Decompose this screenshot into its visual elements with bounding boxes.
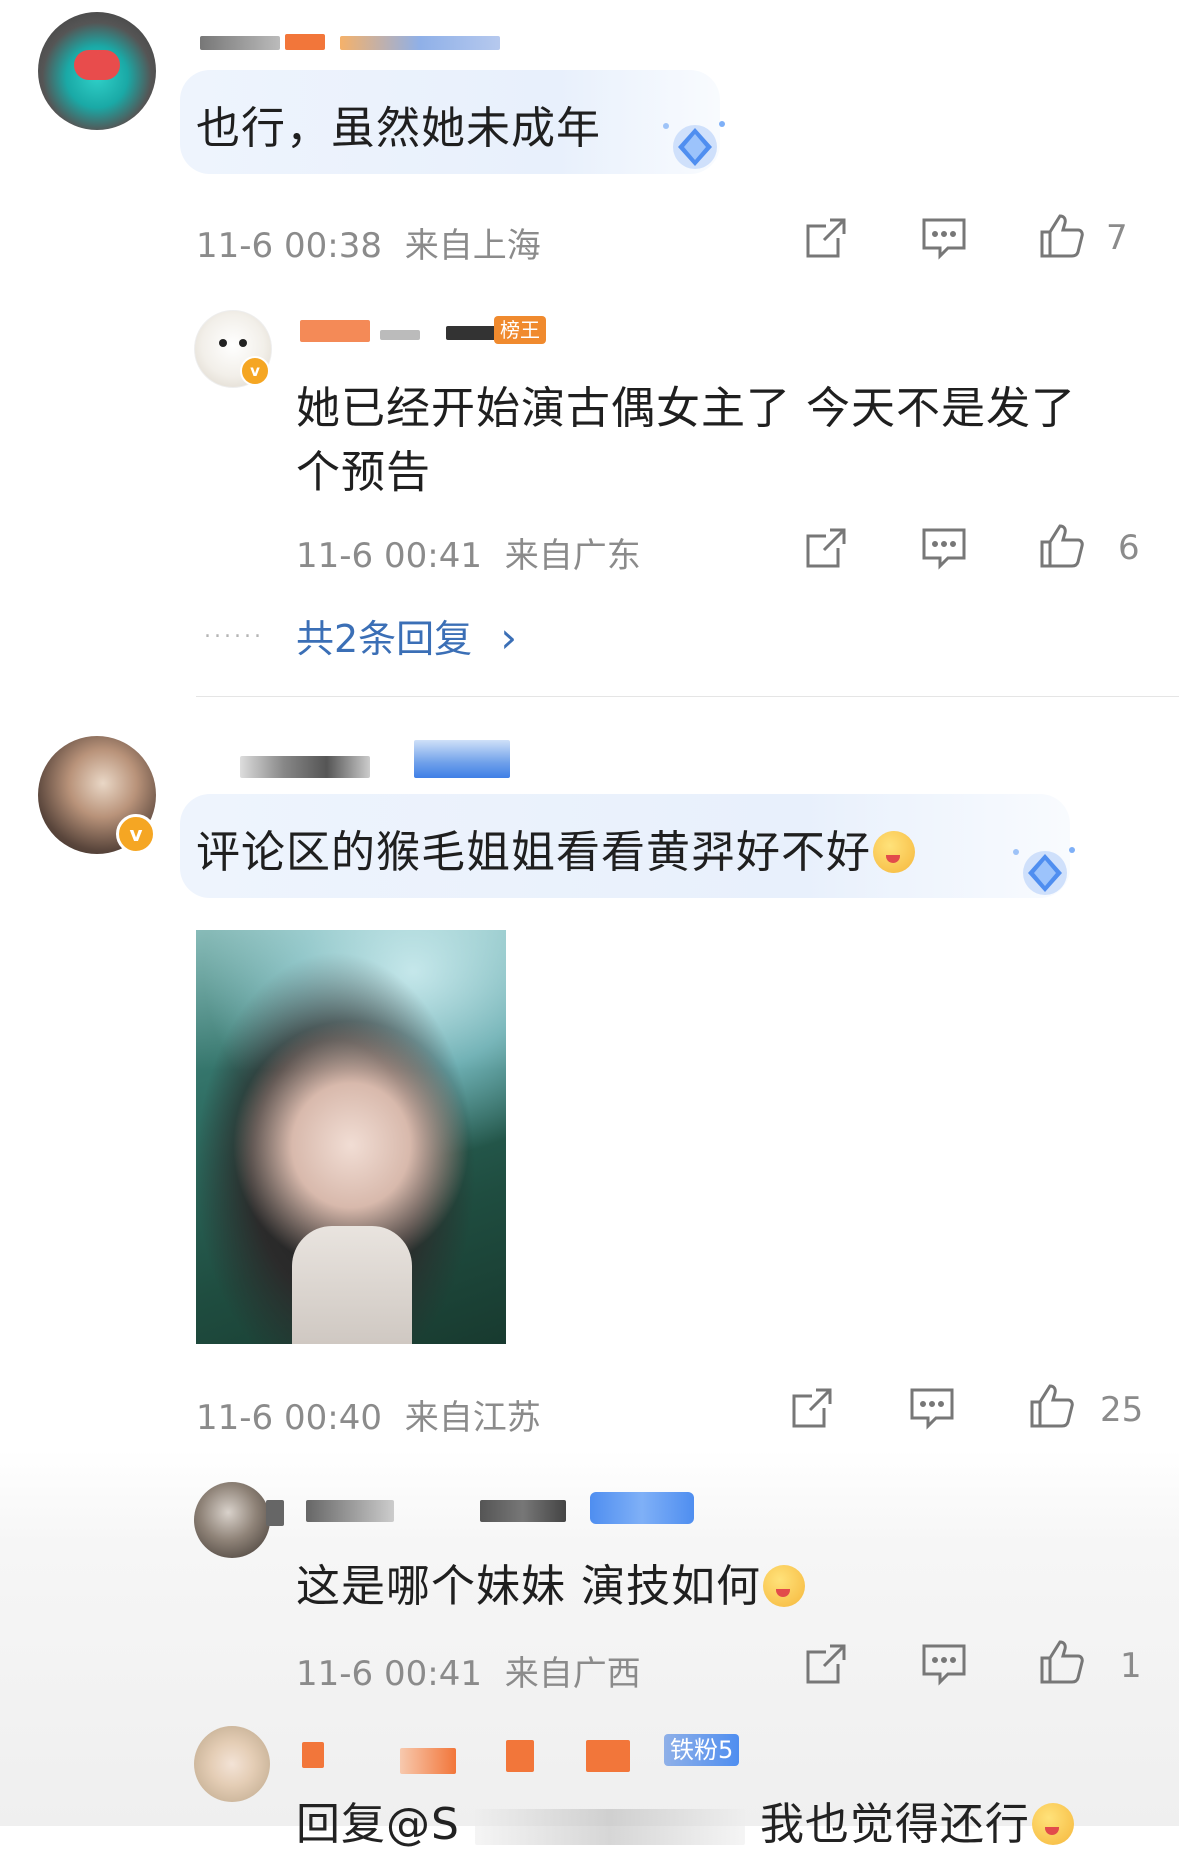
- share-icon[interactable]: [800, 1638, 852, 1690]
- username-blurred[interactable]: [302, 1742, 324, 1768]
- username-blurred[interactable]: [240, 756, 370, 778]
- reply-prefix: 回复@S: [296, 1799, 460, 1850]
- share-icon[interactable]: [800, 212, 852, 264]
- comment-meta: 11-6 00:41 来自广西: [296, 1646, 641, 1695]
- diamond-icon: [1013, 847, 1075, 895]
- comment-icon[interactable]: [906, 1382, 958, 1434]
- comment-meta: 11-6 00:40 来自江苏: [196, 1390, 541, 1439]
- view-replies-link[interactable]: 共2条回复 ›: [296, 608, 517, 663]
- comment-meta: 11-6 00:41 来自广东: [296, 528, 641, 577]
- comment-text-line1: 她已经开始演古偶女主了 今天不是发了: [296, 383, 1076, 434]
- comment-icon[interactable]: [918, 522, 970, 574]
- badge-blurred: [590, 1492, 694, 1524]
- comment-location: 来自上海: [404, 226, 541, 266]
- comment-text-body: 评论区的猴毛姐姐看看黄羿好不好: [196, 827, 871, 878]
- fan-badge: 铁粉5: [664, 1734, 740, 1766]
- comment-text-body: 这是哪个妹妹 演技如何: [296, 1561, 761, 1612]
- divider: [196, 696, 1179, 697]
- comment-time: 11-6 00:38: [196, 226, 382, 266]
- emoji-icon: [873, 831, 915, 873]
- like-icon[interactable]: [1036, 210, 1088, 262]
- verified-badge-icon: v: [240, 356, 270, 386]
- fan-badge: 榜王: [494, 316, 546, 344]
- username-blurred: [400, 1748, 456, 1774]
- like-count: 1: [1120, 1646, 1142, 1686]
- comment-text: 回复@S 我也觉得还行: [296, 1788, 1074, 1852]
- username-blurred[interactable]: [300, 320, 370, 342]
- emoji-icon: [763, 1565, 805, 1607]
- comment-location: 来自广西: [504, 1654, 641, 1694]
- badge-blurred: [414, 740, 510, 778]
- username-blurred[interactable]: [266, 1500, 284, 1526]
- avatar[interactable]: [194, 1726, 270, 1802]
- mention-blurred: [474, 1809, 745, 1845]
- comment-time: 11-6 00:41: [296, 536, 482, 576]
- comment-time: 11-6 00:40: [196, 1398, 382, 1438]
- username-blurred: [480, 1500, 566, 1522]
- comment-meta: 11-6 00:38 来自上海: [196, 218, 541, 267]
- comment-text: 这是哪个妹妹 演技如何: [296, 1550, 805, 1614]
- username-blurred: [285, 34, 325, 50]
- like-icon[interactable]: [1026, 1380, 1078, 1432]
- comment-icon[interactable]: [918, 212, 970, 264]
- username-blurred: [306, 1500, 394, 1522]
- diamond-icon: [663, 121, 725, 169]
- avatar[interactable]: [194, 1482, 270, 1558]
- view-replies-label: 共2条回复: [296, 617, 473, 661]
- like-icon[interactable]: [1036, 1636, 1088, 1688]
- chevron-right-icon: ›: [500, 613, 518, 662]
- username-blurred[interactable]: [200, 36, 280, 50]
- avatar[interactable]: [38, 12, 156, 130]
- replies-dots: ......: [204, 618, 264, 643]
- like-count: 6: [1118, 528, 1140, 568]
- comment-location: 来自江苏: [404, 1398, 541, 1438]
- comment-text-line2: 个预告: [296, 447, 431, 498]
- share-icon[interactable]: [786, 1382, 838, 1434]
- username-blurred: [506, 1740, 534, 1772]
- username-blurred: [586, 1740, 630, 1772]
- comment-icon[interactable]: [918, 1638, 970, 1690]
- comment-location: 来自广东: [504, 536, 641, 576]
- comment-text: 评论区的猴毛姐姐看看黄羿好不好: [196, 816, 915, 880]
- share-icon[interactable]: [800, 522, 852, 574]
- comment-text: 也行，虽然她未成年: [196, 103, 601, 154]
- username-blurred: [380, 330, 420, 340]
- comment-time: 11-6 00:41: [296, 1654, 482, 1694]
- like-count: 25: [1100, 1390, 1144, 1430]
- like-count: 7: [1106, 218, 1128, 258]
- emoji-icon: [1031, 1803, 1074, 1845]
- comment-image[interactable]: [196, 930, 506, 1344]
- verified-badge-icon: v: [116, 814, 156, 854]
- like-icon[interactable]: [1036, 520, 1088, 572]
- badge-blurred: [446, 326, 496, 340]
- badge-blurred: [340, 36, 500, 50]
- comment-text-tail: 我也觉得还行: [759, 1799, 1030, 1850]
